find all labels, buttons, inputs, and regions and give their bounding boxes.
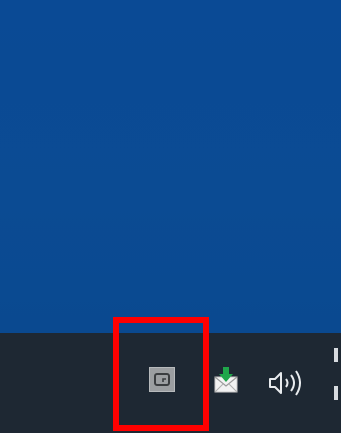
speaker-volume-icon[interactable] (266, 368, 312, 398)
window-glyph-icon (154, 373, 170, 386)
clock-glyph-top (334, 348, 338, 362)
desktop-background (0, 0, 341, 333)
app-tray-icon[interactable] (149, 367, 175, 392)
clock-glyph-bottom (334, 386, 338, 400)
mail-download-icon[interactable] (212, 365, 240, 395)
clock-partial[interactable] (334, 348, 341, 418)
